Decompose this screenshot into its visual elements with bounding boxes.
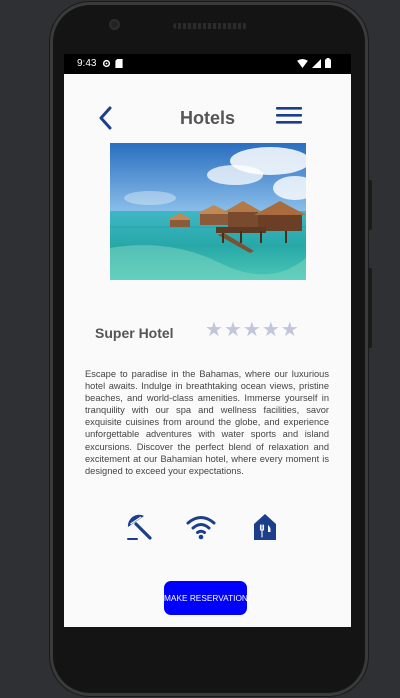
status-bar: 9:43 [64,54,351,74]
star-icon[interactable]: ★ [262,320,280,340]
earpiece-speaker [173,23,247,29]
front-camera [109,19,120,30]
restaurant-icon [252,513,278,541]
hamburger-menu-icon[interactable] [276,105,302,125]
sd-card-icon [115,59,123,71]
status-time: 9:43 [77,58,97,69]
star-icon[interactable]: ★ [281,320,299,340]
star-rating[interactable]: ★ ★ ★ ★ ★ [205,320,299,340]
page-title: Hotels [179,108,235,128]
hotel-photo [110,143,306,280]
volume-button [368,268,372,348]
signal-icon [312,58,321,71]
make-reservation-button[interactable]: MAKE RESERVATION [164,581,248,615]
wifi-icon [297,58,308,71]
app-bar: Hotels [64,100,351,134]
star-icon[interactable]: ★ [224,320,242,340]
beach-umbrella-icon [125,513,153,541]
app-screen: 9:43 Hotels Super Hotel ★ ★ ★ ★ ★ Escape… [64,54,351,627]
hotel-name: Super Hotel [95,325,174,341]
star-icon[interactable]: ★ [243,320,261,340]
power-button [368,180,372,230]
hotel-description: Escape to paradise in the Bahamas, where… [85,369,329,476]
settings-icon [102,59,111,71]
star-icon[interactable]: ★ [205,320,223,340]
wifi-icon [186,513,216,541]
battery-icon [325,58,331,71]
